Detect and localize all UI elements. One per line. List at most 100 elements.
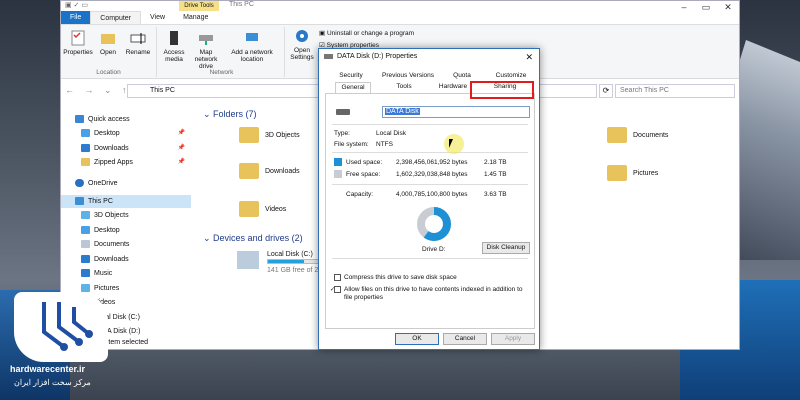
network-group-label: Network (209, 69, 234, 76)
open-settings-button[interactable]: Open Settings (287, 27, 317, 61)
open-folder-icon (101, 34, 115, 44)
location-group: Properties Open Rename Location (61, 27, 157, 77)
properties-button[interactable]: Properties (63, 29, 93, 56)
drive-name-value: DATA Disk (385, 108, 420, 115)
checklist-icon (71, 30, 85, 46)
uninstall-program-link[interactable]: ▣ Uninstall or change a program (319, 29, 414, 37)
pin-icon: 📌 (177, 145, 185, 151)
ok-button[interactable]: OK (395, 333, 439, 345)
search-input[interactable]: Search This PC (615, 84, 735, 98)
drive-name-input[interactable]: DATA Disk (382, 106, 530, 118)
cube-icon (81, 211, 90, 220)
sidebar-item-downloads-pinned[interactable]: Downloads 📌 (61, 142, 191, 155)
index-label: Allow files on this drive to have conten… (344, 286, 523, 301)
sidebar-item-downloads[interactable]: Downloads (61, 253, 191, 266)
tab-tools[interactable]: Tools (389, 82, 419, 92)
drive-local-disk-c[interactable]: Local Disk (C:) 141 GB free of 2 (237, 251, 327, 274)
sidebar-item-music[interactable]: Music (61, 267, 191, 280)
tab-manage[interactable]: Manage (174, 11, 217, 24)
nav-arrows[interactable]: ← → ⌄ ↑ (65, 85, 131, 96)
folder-3d-objects[interactable]: 3D Objects (239, 127, 300, 143)
dialog-title: DATA Disk (D:) Properties (337, 53, 418, 60)
sidebar-item-label: Desktop (94, 227, 120, 234)
sidebar-item-onedrive[interactable]: OneDrive (61, 177, 191, 190)
star-icon (75, 115, 84, 124)
access-media-label: Access media (163, 49, 185, 63)
close-icon[interactable]: ✕ (525, 49, 533, 65)
compress-label: Compress this drive to save disk space (344, 274, 457, 281)
minimize-button[interactable]: – (673, 1, 695, 13)
refresh-button[interactable]: ⟳ (599, 84, 613, 98)
sidebar-item-desktop[interactable]: Desktop (61, 224, 191, 237)
drives-section-header[interactable]: ⌄ Devices and drives (2) (203, 233, 303, 244)
uninstall-icon: ▣ (319, 30, 327, 37)
rename-label: Rename (125, 49, 151, 56)
pin-icon: 📌 (177, 130, 185, 136)
maximize-button[interactable]: ▭ (695, 1, 717, 13)
tab-computer[interactable]: Computer (90, 11, 142, 24)
sidebar-item-label: Desktop (94, 130, 120, 137)
folder-label: Videos (265, 205, 287, 213)
tab-view[interactable]: View (141, 11, 174, 24)
mouse-cursor (449, 139, 453, 148)
checkbox-checked[interactable]: ✓ (330, 286, 341, 293)
divider (332, 184, 528, 185)
logo-site-name: hardwarecenter.ir (10, 364, 86, 374)
tab-quota[interactable]: Quota (447, 71, 477, 81)
sidebar-item-label: Pictures (94, 285, 120, 292)
compress-drive-checkbox[interactable]: Compress this drive to save disk space (334, 274, 530, 282)
cancel-button[interactable]: Cancel (443, 333, 487, 345)
address-path: This PC (150, 87, 175, 94)
disk-cleanup-button[interactable]: Disk Cleanup (482, 242, 530, 254)
drives-header-label: Devices and drives (2) (213, 233, 303, 243)
capacity-label: Capacity: (346, 191, 374, 198)
folder-icon (607, 165, 627, 181)
sidebar-item-zipped-apps[interactable]: Zipped Apps 📌 (61, 156, 191, 169)
rename-button[interactable]: Rename (123, 29, 153, 56)
sidebar-item-quick-access[interactable]: Quick access (61, 113, 191, 126)
download-icon (81, 255, 90, 264)
tab-previous-versions[interactable]: Previous Versions (377, 71, 439, 81)
dialog-drive-icon (324, 54, 333, 59)
network-drive-icon (199, 35, 213, 45)
folder-pictures[interactable]: Pictures (607, 165, 658, 181)
sidebar-item-this-pc[interactable]: This PC (61, 195, 191, 208)
windows-drive-icon (237, 251, 259, 269)
chevron-down-icon: ⌄ (203, 233, 214, 243)
sidebar-item-label: Downloads (94, 256, 129, 263)
cursor-highlight (444, 134, 464, 154)
sidebar-item-label: 3D Objects (94, 212, 129, 219)
index-contents-checkbox[interactable]: ✓ Allow files on this drive to have conte… (330, 286, 530, 302)
folder-documents[interactable]: Documents (607, 127, 668, 143)
tab-file[interactable]: File (61, 11, 91, 24)
folders-section-header[interactable]: ⌄ Folders (7) (203, 109, 257, 120)
tab-security[interactable]: Security (333, 71, 369, 81)
site-logo: hardwarecenter.ir مرکز سخت افزار ایران (10, 292, 114, 392)
circuit-icon (42, 302, 93, 351)
apply-button[interactable]: Apply (491, 333, 535, 345)
sidebar-item-desktop-pinned[interactable]: Desktop 📌 (61, 127, 191, 140)
tab-hardware[interactable]: Hardware (433, 82, 473, 92)
sidebar-item-label: This PC (88, 198, 113, 205)
title-bar: ▣ ✓ ▭ Drive Tools This PC – ▭ ✕ (61, 1, 739, 13)
folder-label: Downloads (265, 167, 300, 175)
folder-icon (607, 127, 627, 143)
tab-customize[interactable]: Customize (491, 71, 531, 81)
network-group: Access media Map network drive Add a net… (159, 27, 285, 77)
sidebar-item-3d-objects[interactable]: 3D Objects (61, 209, 191, 222)
folder-videos[interactable]: Videos (239, 201, 286, 217)
add-network-location-button[interactable]: Add a network location (225, 29, 279, 63)
map-network-drive-button[interactable]: Map network drive (191, 29, 221, 70)
quick-access-toolbar[interactable]: ▣ ✓ ▭ (65, 1, 88, 9)
divider (332, 258, 528, 259)
file-system-value: NTFS (376, 141, 393, 148)
open-button[interactable]: Open (93, 29, 123, 56)
access-media-button[interactable]: Access media (159, 29, 189, 63)
checkbox-box[interactable] (334, 274, 341, 281)
folder-downloads[interactable]: Downloads (239, 163, 300, 179)
capacity-size: 3.63 TB (484, 191, 507, 198)
divider (332, 152, 528, 153)
sidebar-item-label: OneDrive (88, 180, 118, 187)
sidebar-item-documents[interactable]: Documents (61, 238, 191, 251)
close-icon[interactable]: ✕ (717, 1, 739, 13)
